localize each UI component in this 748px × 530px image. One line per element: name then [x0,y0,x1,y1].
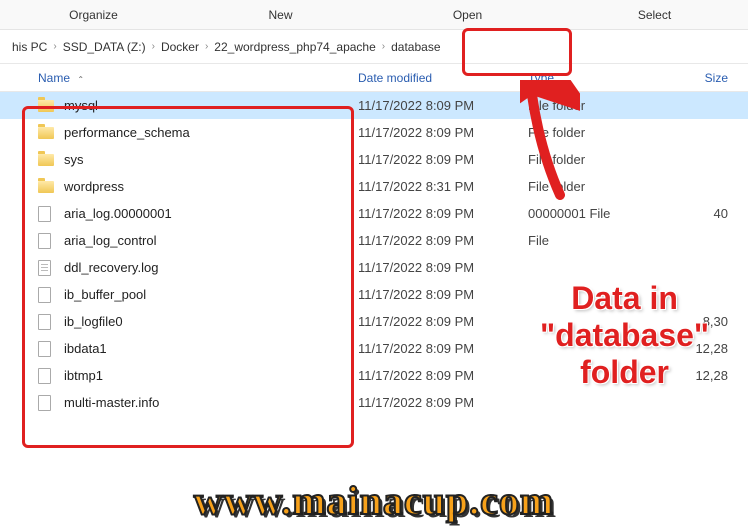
file-date: 11/17/2022 8:09 PM [358,233,528,248]
file-type: File [528,233,668,248]
chevron-right-icon: › [150,41,157,52]
file-icon [38,206,51,222]
file-icon [38,368,51,384]
column-label: Name [38,71,70,85]
column-size[interactable]: Size [668,71,728,85]
folder-icon [38,154,54,166]
file-name: aria_log.00000001 [64,206,358,221]
file-row[interactable]: mysql11/17/2022 8:09 PMFile folder [0,92,748,119]
column-date[interactable]: Date modified [358,71,528,85]
file-size: 12,28 [668,341,728,356]
file-name: ibdata1 [64,341,358,356]
file-name: ib_logfile0 [64,314,358,329]
file-date: 11/17/2022 8:09 PM [358,287,528,302]
folder-icon [38,181,54,193]
file-name: ib_buffer_pool [64,287,358,302]
file-icon [38,233,51,249]
column-type[interactable]: Type [528,71,668,85]
file-row[interactable]: wordpress11/17/2022 8:31 PMFile folder [0,173,748,200]
watermark: www.mainacup.com [194,477,554,524]
breadcrumb[interactable]: his PC › SSD_DATA (Z:) › Docker › 22_wor… [0,30,748,64]
file-icon [38,395,51,411]
breadcrumb-item[interactable]: SSD_DATA (Z:) [59,40,150,54]
file-type: 00000001 File [528,206,668,221]
folder-icon [38,100,54,112]
columns-header: Name ⌃ Date modified Type Size [0,64,748,92]
file-size: 40 [668,206,728,221]
toolbar-open[interactable]: Open [374,0,561,29]
file-name: ibtmp1 [64,368,358,383]
toolbar-new[interactable]: New [187,0,374,29]
file-name: wordpress [64,179,358,194]
file-date: 11/17/2022 8:09 PM [358,395,528,410]
folder-icon [38,127,54,139]
file-name: aria_log_control [64,233,358,248]
toolbar-organize[interactable]: Organize [0,0,187,29]
file-row[interactable]: ib_buffer_pool11/17/2022 8:09 PM [0,281,748,308]
chevron-right-icon: › [51,41,58,52]
breadcrumb-item[interactable]: database [387,40,444,54]
file-row[interactable]: multi-master.info11/17/2022 8:09 PM [0,389,748,416]
breadcrumb-item[interactable]: his PC [8,40,51,54]
file-date: 11/17/2022 8:31 PM [358,179,528,194]
file-list: mysql11/17/2022 8:09 PMFile folderperfor… [0,92,748,416]
file-row[interactable]: ibtmp111/17/2022 8:09 PM 12,28 [0,362,748,389]
file-date: 11/17/2022 8:09 PM [358,314,528,329]
toolbar-select[interactable]: Select [561,0,748,29]
file-row[interactable]: aria_log_control11/17/2022 8:09 PMFile [0,227,748,254]
file-row[interactable]: sys11/17/2022 8:09 PMFile folder [0,146,748,173]
file-row[interactable]: aria_log.0000000111/17/2022 8:09 PM00000… [0,200,748,227]
file-name: mysql [64,98,358,113]
file-name: performance_schema [64,125,358,140]
file-date: 11/17/2022 8:09 PM [358,125,528,140]
file-row[interactable]: ddl_recovery.log11/17/2022 8:09 PM [0,254,748,281]
file-name: sys [64,152,358,167]
file-row[interactable]: ib_logfile011/17/2022 8:09 PM 8,30 [0,308,748,335]
file-name: ddl_recovery.log [64,260,358,275]
chevron-right-icon: › [203,41,210,52]
breadcrumb-item[interactable]: Docker [157,40,203,54]
toolbar: Organize New Open Select [0,0,748,30]
file-name: multi-master.info [64,395,358,410]
file-date: 11/17/2022 8:09 PM [358,206,528,221]
chevron-right-icon: › [380,41,387,52]
file-date: 11/17/2022 8:09 PM [358,98,528,113]
file-icon [38,341,51,357]
file-date: 11/17/2022 8:09 PM [358,152,528,167]
column-name[interactable]: Name ⌃ [38,71,358,85]
sort-ascending-icon: ⌃ [77,75,84,84]
file-row[interactable]: performance_schema11/17/2022 8:09 PMFile… [0,119,748,146]
file-icon [38,287,51,303]
file-size: 12,28 [668,368,728,383]
file-type: File folder [528,179,668,194]
file-icon [38,314,51,330]
file-date: 11/17/2022 8:09 PM [358,260,528,275]
file-date: 11/17/2022 8:09 PM [358,368,528,383]
file-size: 8,30 [668,314,728,329]
file-type: File folder [528,125,668,140]
file-row[interactable]: ibdata111/17/2022 8:09 PM 12,28 [0,335,748,362]
file-type: File folder [528,152,668,167]
document-icon [38,260,51,276]
breadcrumb-item[interactable]: 22_wordpress_php74_apache [210,40,379,54]
file-date: 11/17/2022 8:09 PM [358,341,528,356]
file-type: File folder [528,98,668,113]
